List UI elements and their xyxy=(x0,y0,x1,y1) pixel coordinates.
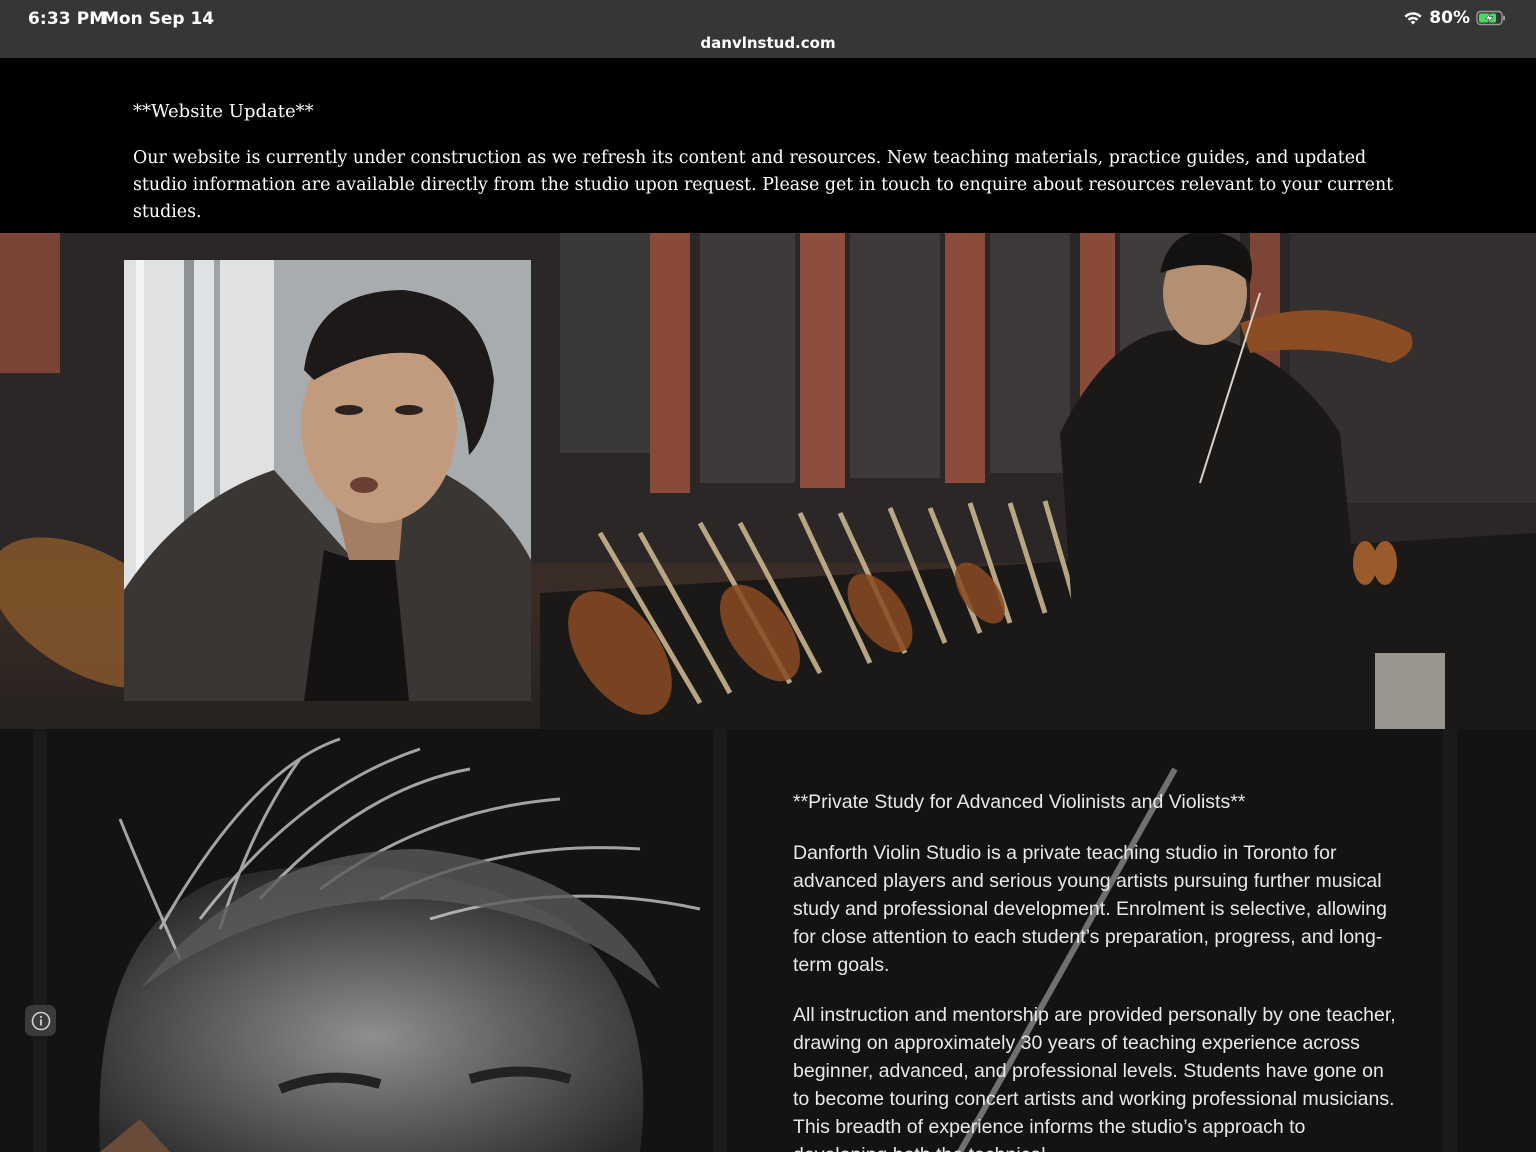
studio-heading: **Private Study for Advanced Violinists … xyxy=(793,791,1246,813)
battery-percent: 80% xyxy=(1429,8,1470,28)
status-time: 6:33 PM xyxy=(28,9,107,29)
teacher-portrait-photo xyxy=(124,260,531,701)
portrait-graphic xyxy=(124,260,531,701)
violinist-performing-photo xyxy=(0,233,1536,729)
studio-text: **Private Study for Advanced Violinists … xyxy=(793,789,1403,1152)
info-icon xyxy=(31,1011,50,1030)
status-date: Mon Sep 14 xyxy=(102,9,215,29)
studio-section: **Private Study for Advanced Violinists … xyxy=(0,729,1536,1152)
update-title: **Website Update** xyxy=(133,101,314,122)
battery-charging-icon xyxy=(1476,10,1505,26)
studio-paragraph-1: Danforth Violin Studio is a private teac… xyxy=(793,842,1387,976)
update-notice: **Website Update** Our website is curren… xyxy=(0,58,1536,233)
update-body: Our website is currently under construct… xyxy=(133,148,1394,222)
wifi-icon xyxy=(1404,12,1422,25)
address-bar-url[interactable]: danvlnstud.com xyxy=(0,34,1536,52)
info-button[interactable] xyxy=(25,1005,56,1036)
status-indicators: 80% xyxy=(1403,8,1506,28)
status-bar: 6:33 PM Mon Sep 14 80% danvlnstud.com xyxy=(0,0,1536,58)
studio-paragraph-2: All instruction and mentorship are provi… xyxy=(793,1004,1396,1152)
